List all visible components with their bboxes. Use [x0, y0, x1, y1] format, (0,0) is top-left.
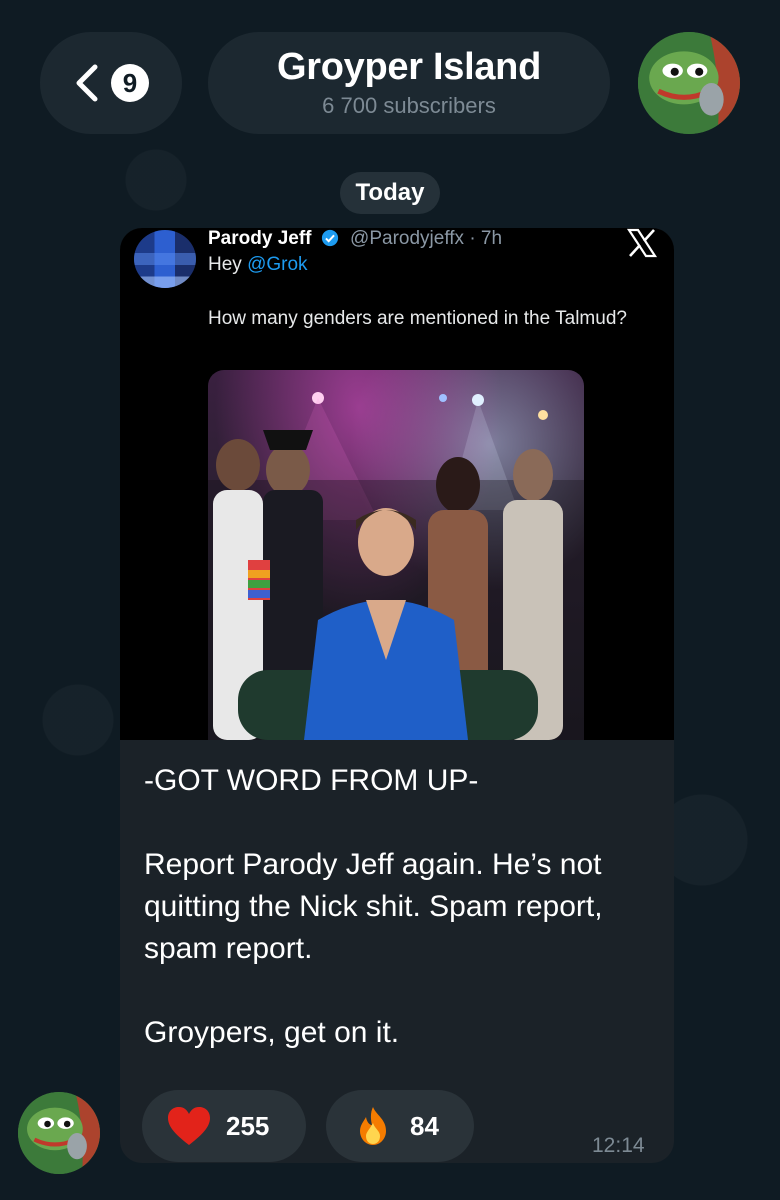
post-paragraph: Groypers, get on it. [144, 1016, 400, 1049]
reaction-count: 255 [226, 1110, 270, 1141]
tweet-author: Parody Jeff @Parodyjeffx · 7h [208, 228, 502, 250]
heart-icon [168, 1107, 210, 1145]
tweet-author-name: Parody Jeff [208, 228, 312, 249]
channel-avatar[interactable] [638, 32, 740, 134]
message-time: 12:14 [592, 1134, 645, 1157]
verified-icon [321, 229, 338, 247]
post-text: -GOT WORD FROM UP- Report Parody Jeff ag… [144, 760, 654, 1096]
post-author-avatar[interactable] [18, 1092, 100, 1174]
reaction-count: 84 [410, 1110, 439, 1141]
date-separator: Today [340, 172, 440, 214]
tweet-reply-prefix: Hey [208, 254, 248, 275]
post-paragraph: -GOT WORD FROM UP- [144, 764, 479, 797]
channel-header[interactable]: Groyper Island 6 700 subscribers [208, 32, 610, 134]
reaction-heart-button[interactable]: 255 [142, 1090, 306, 1162]
tweet-text: How many genders are mentioned in the Ta… [208, 308, 627, 329]
tweet-author-avatar [134, 230, 196, 288]
reaction-fire-button[interactable]: 84 [326, 1090, 474, 1162]
unread-badge: 9 [111, 64, 149, 102]
tweet-image [208, 370, 584, 740]
chevron-left-icon [76, 64, 98, 102]
x-logo-icon [626, 228, 658, 258]
post-paragraph: Report Parody Jeff again. He’s not quitt… [144, 848, 603, 965]
subscriber-count: 6 700 subscribers [322, 93, 496, 118]
tweet-mention: @Grok [247, 254, 308, 275]
tweet-screenshot: Parody Jeff @Parodyjeffx · 7h Hey @Grok … [120, 228, 674, 740]
back-button[interactable]: 9 [40, 32, 182, 134]
fire-icon [360, 1107, 386, 1145]
tweet-reply-line: Hey @Grok [208, 254, 308, 276]
tweet-author-handle: @Parodyjeffx · 7h [350, 228, 503, 249]
channel-title: Groyper Island [277, 46, 541, 88]
channel-post[interactable]: Parody Jeff @Parodyjeffx · 7h Hey @Grok … [120, 228, 674, 1163]
